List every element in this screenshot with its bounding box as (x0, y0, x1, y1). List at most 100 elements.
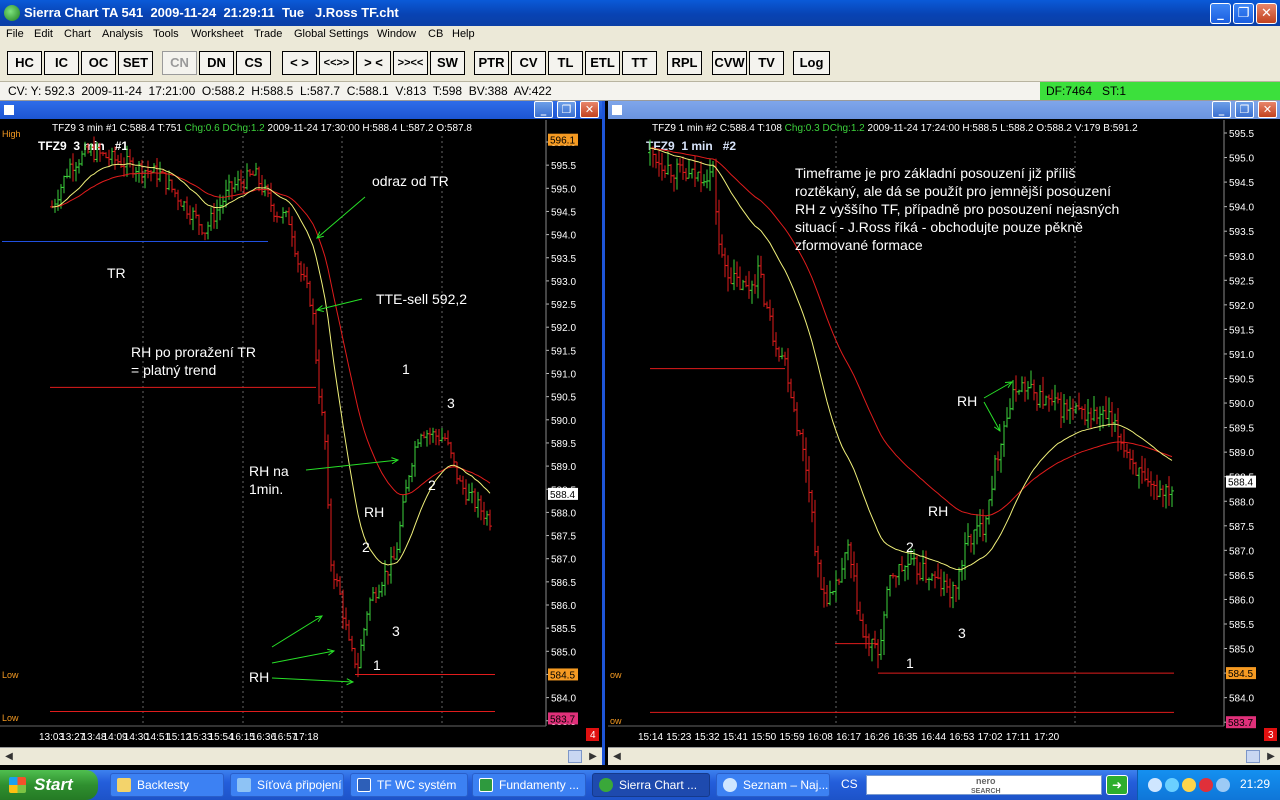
tb-set-button[interactable]: SET (118, 51, 153, 75)
scroll-thumb[interactable] (1246, 750, 1260, 763)
minimize-button[interactable]: _ (1210, 3, 1231, 24)
time-label: 15:32 (695, 732, 720, 743)
price-label: 586.0 (551, 601, 576, 612)
tb-log-button[interactable]: Log (793, 51, 830, 75)
tb-cvw-button[interactable]: CVW (712, 51, 747, 75)
sierra-chart-app: Sierra Chart TA 541 2009-11-24 21:29:11 … (0, 0, 1280, 800)
menu-file[interactable]: File (6, 28, 24, 40)
chart1-maximize-button[interactable]: ❐ (557, 101, 576, 118)
task-sierra-chart[interactable]: Sierra Chart ... (592, 773, 710, 797)
tb-ptr-button[interactable]: PTR (474, 51, 509, 75)
maximize-button[interactable]: ❐ (1233, 3, 1254, 24)
menu-global-settings[interactable]: Global Settings (294, 28, 369, 40)
tb-rpl-button[interactable]: RPL (667, 51, 702, 75)
annotation-3b: 3 (392, 623, 400, 639)
task-fundamenty[interactable]: Fundamenty ... (472, 773, 586, 797)
status-bar: CV: Y: 592.3 2009-11-24 17:21:00 O:588.2… (0, 82, 1280, 101)
annotation-rh-top: RH (957, 393, 977, 409)
price-label: 595.5 (551, 161, 576, 172)
tb-cn-button[interactable]: CN (162, 51, 197, 75)
menu-chart[interactable]: Chart (64, 28, 91, 40)
excel-icon (479, 778, 493, 792)
tb-shrink-button[interactable]: > < (356, 51, 391, 75)
tb-expand-button[interactable]: < > (282, 51, 317, 75)
chart2-canvas[interactable]: TFZ9 1 min #2 C:588.4 T:108 Chg:0.3 DChg… (608, 120, 1280, 747)
moving-average-fast (51, 163, 491, 566)
chart1-minimize-button[interactable]: _ (534, 101, 553, 118)
tb-sw-button[interactable]: SW (430, 51, 465, 75)
tb-ic-button[interactable]: IC (44, 51, 79, 75)
low2-label: ow (610, 716, 622, 726)
chart-window-icon (4, 105, 14, 115)
tb-shrink-more-button[interactable]: >><< (393, 51, 428, 75)
task-tf-wc-system[interactable]: TF WC systém (350, 773, 468, 797)
task-backtesty[interactable]: Backtesty (110, 773, 224, 797)
tb-hc-button[interactable]: HC (7, 51, 42, 75)
task-sitova-pripojeni[interactable]: Síťová připojení (230, 773, 344, 797)
search-go-button[interactable]: ➜ (1106, 775, 1128, 795)
tb-tl-button[interactable]: TL (548, 51, 583, 75)
tb-dn-button[interactable]: DN (199, 51, 234, 75)
annotation-3a: 3 (447, 395, 455, 411)
price-label: 591.0 (1229, 350, 1254, 361)
menu-help[interactable]: Help (452, 28, 475, 40)
chart2-close-button[interactable]: ✕ (1258, 101, 1277, 118)
sierra-chart-icon (4, 5, 20, 21)
tb-cs-button[interactable]: CS (236, 51, 271, 75)
price-label: 595.0 (551, 184, 576, 195)
menu-edit[interactable]: Edit (34, 28, 53, 40)
price-label: 593.5 (551, 254, 576, 265)
annotation-note-line: Timeframe je pro základní posouzení již … (795, 165, 1075, 181)
chart1-canvas[interactable]: TFZ9 3 min #1 C:588.4 T:751 Chg:0.6 DChg… (0, 120, 602, 747)
menu-trade[interactable]: Trade (254, 28, 282, 40)
bottom-price-tag: 583.7 (1228, 718, 1253, 729)
scroll-right-icon[interactable]: ▶ (1264, 750, 1278, 763)
price-label: 585.5 (551, 624, 576, 635)
scroll-left-icon[interactable]: ◀ (2, 750, 16, 763)
price-label: 590.5 (551, 393, 576, 404)
menu-worksheet[interactable]: Worksheet (191, 28, 243, 40)
tb-tt-button[interactable]: TT (622, 51, 657, 75)
menu-analysis[interactable]: Analysis (102, 28, 143, 40)
chart1-close-button[interactable]: ✕ (580, 101, 599, 118)
chart1-titlebar: TFZ9 3 min #1 _ ❐ ✕ (0, 101, 602, 153)
time-label: 16:08 (808, 732, 833, 743)
start-button[interactable]: Start (0, 770, 98, 800)
menu-window[interactable]: Window (377, 28, 416, 40)
menu-cb[interactable]: CB (428, 28, 443, 40)
price-label: 589.5 (551, 439, 576, 450)
tb-etl-button[interactable]: ETL (585, 51, 620, 75)
chart2-badge: 3 (1268, 730, 1274, 741)
scroll-right-icon[interactable]: ▶ (586, 750, 600, 763)
price-label: 594.0 (551, 231, 576, 242)
chart1-scrollbar[interactable]: ◀ ▶ (0, 747, 602, 765)
task-seznam[interactable]: Seznam – Naj... (716, 773, 830, 797)
last-price-tag: 588.4 (1228, 478, 1253, 489)
annotation-arrow (305, 459, 399, 471)
tray-arrow-icon[interactable] (1148, 778, 1162, 792)
tb-tv-button[interactable]: TV (749, 51, 784, 75)
price-label: 588.0 (551, 508, 576, 519)
tray-network-icon[interactable] (1165, 778, 1179, 792)
tb-oc-button[interactable]: OC (81, 51, 116, 75)
annotation-tte-sell: TTE-sell 592,2 (376, 291, 467, 307)
chart2-minimize-button[interactable]: _ (1212, 101, 1231, 118)
scroll-thumb[interactable] (568, 750, 582, 763)
chart2-maximize-button[interactable]: ❐ (1235, 101, 1254, 118)
tb-cv-button[interactable]: CV (511, 51, 546, 75)
menu-tools[interactable]: Tools (153, 28, 179, 40)
nero-search-input[interactable]: nero SEARCH (866, 775, 1102, 795)
browser-icon (723, 778, 737, 792)
tray-acrobat-icon[interactable] (1199, 778, 1213, 792)
close-button[interactable]: ✕ (1256, 3, 1277, 24)
cursor-values: CV: Y: 592.3 2009-11-24 17:21:00 O:588.2… (8, 84, 552, 98)
tray-volume-icon[interactable] (1216, 778, 1230, 792)
price-label: 592.5 (551, 300, 576, 311)
price-label: 589.0 (1229, 448, 1254, 459)
tray-security-icon[interactable] (1182, 778, 1196, 792)
chart2-scrollbar[interactable]: ◀ ▶ (608, 747, 1280, 765)
price-label: 594.5 (551, 207, 576, 218)
scroll-left-icon[interactable]: ◀ (610, 750, 624, 763)
tb-expand-more-button[interactable]: <<>> (319, 51, 354, 75)
time-label: 15:23 (666, 732, 691, 743)
